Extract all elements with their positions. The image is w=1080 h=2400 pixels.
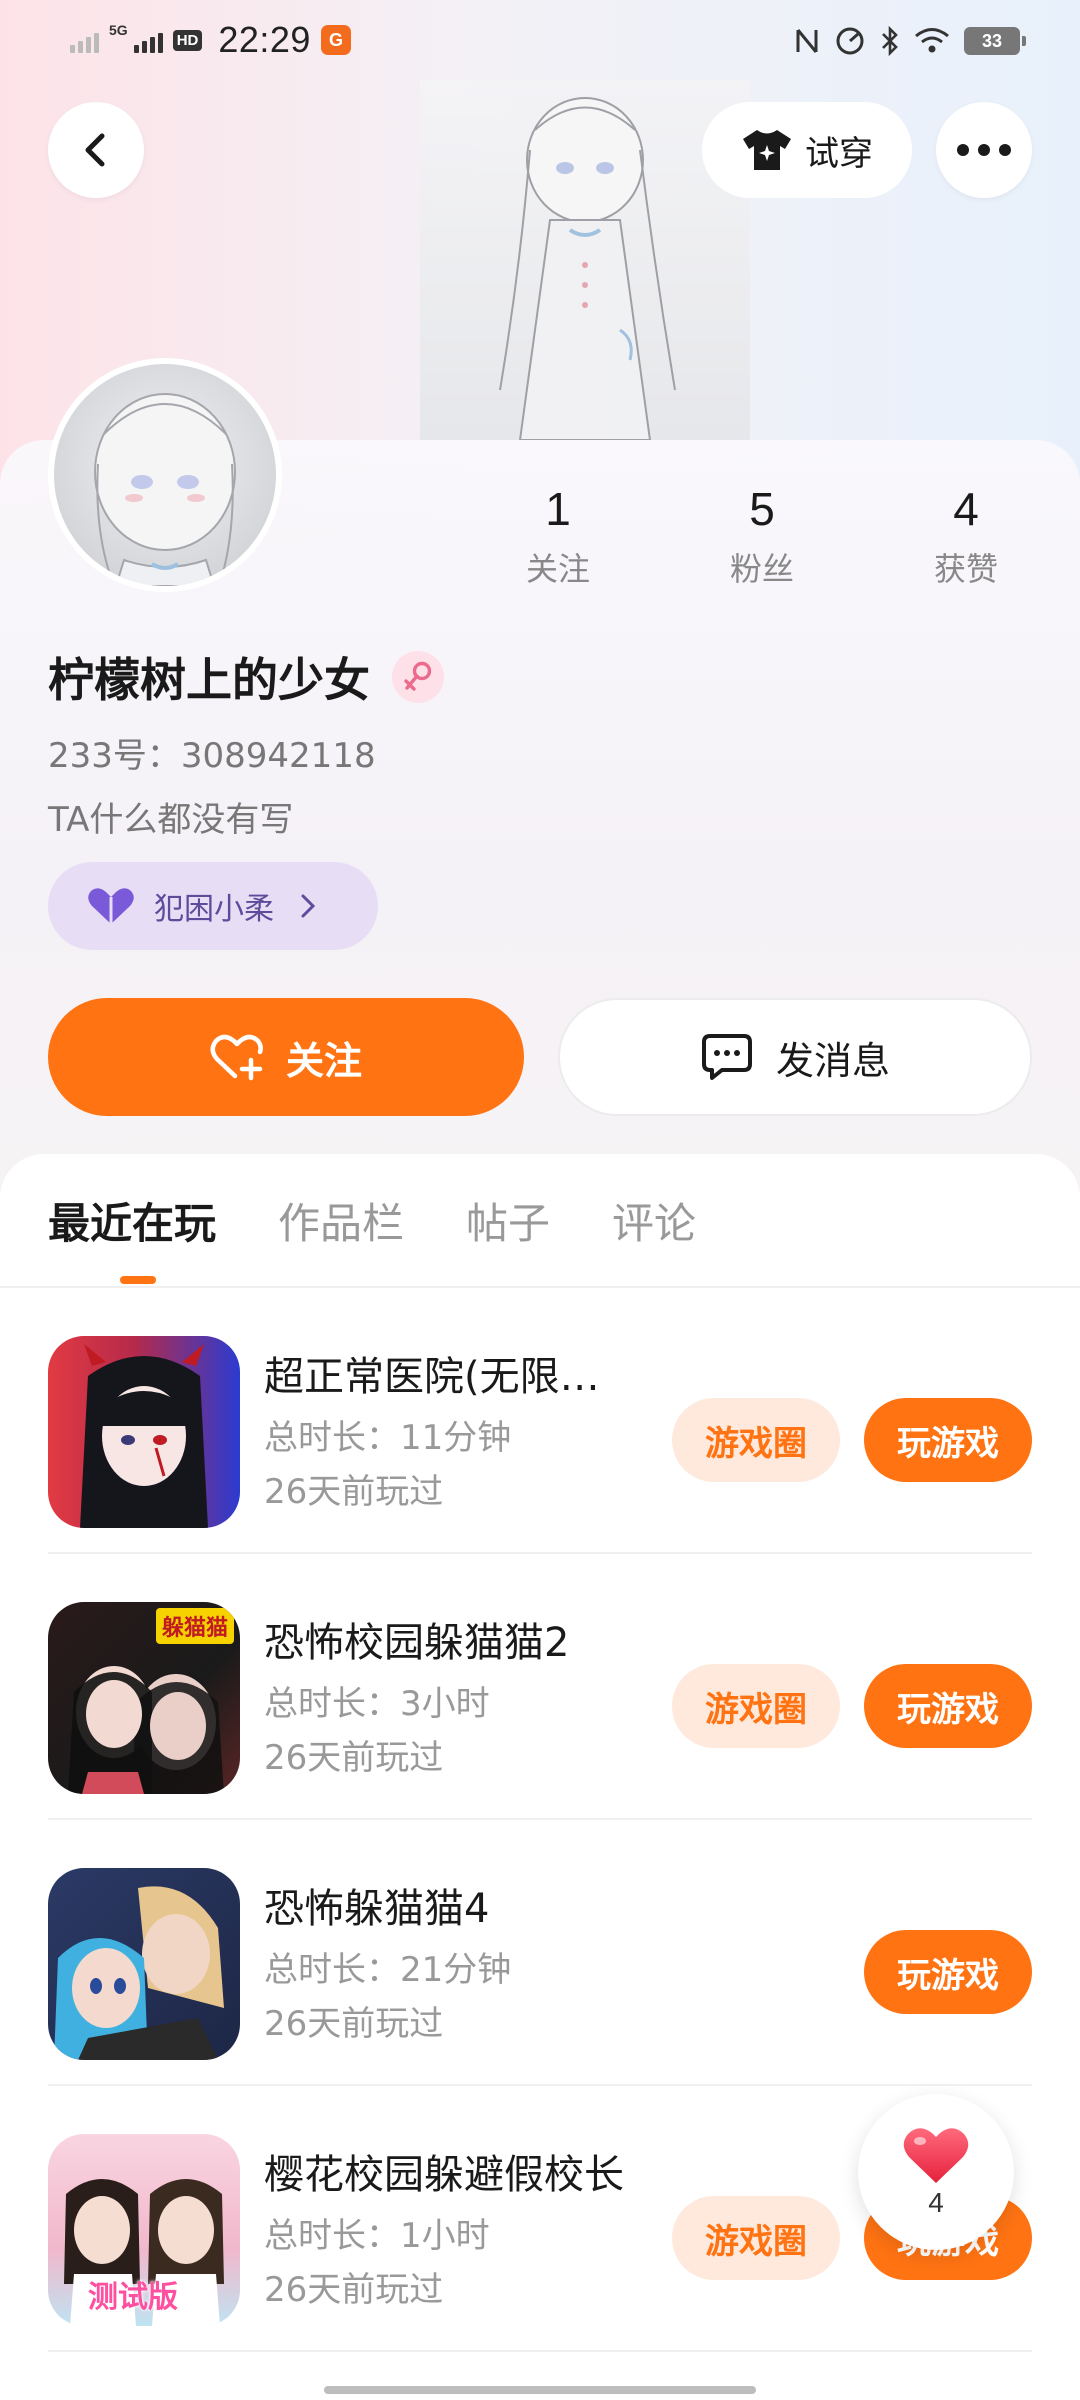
chevron-left-icon xyxy=(85,133,105,167)
profile-tag-label: 犯困小柔 xyxy=(154,892,274,927)
battery-icon: 33 xyxy=(964,27,1026,55)
tab-posts[interactable]: 帖子 xyxy=(466,1190,550,1250)
game-last-played: 26天前玩过 xyxy=(264,1472,444,1512)
profile-uid: 233号：308942118 xyxy=(48,736,376,776)
stat-likes[interactable]: 4 获赞 xyxy=(896,482,1036,590)
wifi-icon xyxy=(915,28,949,53)
speed-gauge-icon xyxy=(836,27,864,55)
try-on-label: 试穿 xyxy=(805,133,873,174)
signal-icon-sim2 xyxy=(133,27,163,53)
game-title: 超正常医院(无限… xyxy=(264,1354,600,1400)
tab-recently-played[interactable]: 最近在玩 xyxy=(48,1190,216,1250)
stat-likes-value: 4 xyxy=(953,483,979,535)
floating-like-button[interactable]: 4 xyxy=(858,2094,1014,2250)
game-icon-badge: 测试版 xyxy=(88,2280,178,2315)
game-list-item[interactable]: 恐怖躲猫猫4 总时长：21分钟 26天前玩过 玩游戏 xyxy=(0,1820,1080,2086)
status-bar: 5G HD 22:29 G 33 xyxy=(0,0,1080,80)
character-figure-illustration xyxy=(499,97,676,440)
game-icon: 测试版 xyxy=(48,2134,240,2326)
game-duration: 总时长：11分钟 xyxy=(264,1418,512,1458)
stat-likes-label: 获赞 xyxy=(933,550,998,588)
chevron-right-icon xyxy=(301,894,316,918)
stat-following-value: 1 xyxy=(545,483,571,535)
game-last-played: 26天前玩过 xyxy=(264,2270,444,2310)
follow-button[interactable]: 关注 xyxy=(48,998,524,1116)
status-time: 22:29 xyxy=(218,19,311,60)
profile-page: 5G HD 22:29 G 33 试穿 1 关注 5 粉丝 4 获赞 柠檬树上的… xyxy=(0,0,1080,2400)
game-list-item[interactable]: 超正常医院(无限… 总时长：11分钟 26天前玩过 游戏圈 玩游戏 xyxy=(0,1288,1080,1554)
hd-voice-icon: HD xyxy=(172,29,203,51)
female-symbol xyxy=(404,661,432,691)
game-circle-button[interactable]: 游戏圈 xyxy=(672,2196,840,2280)
profile-tabs: 最近在玩 作品栏 帖子 评论 xyxy=(48,1190,696,1250)
double-heart-icon xyxy=(88,888,134,924)
heart-plus-icon xyxy=(210,1034,263,1081)
profile-bio: TA什么都没有写 xyxy=(48,800,294,840)
avatar[interactable] xyxy=(48,358,282,592)
like-count: 4 xyxy=(928,2187,944,2218)
heart-icon xyxy=(903,2128,969,2183)
profile-name-row: 柠檬树上的少女 xyxy=(48,644,444,710)
stat-followers-value: 5 xyxy=(749,483,775,535)
play-game-button[interactable]: 玩游戏 xyxy=(864,1398,1032,1482)
try-on-button[interactable]: 试穿 xyxy=(702,102,912,198)
send-message-button[interactable]: 发消息 xyxy=(558,998,1032,1116)
tab-works[interactable]: 作品栏 xyxy=(278,1190,404,1250)
game-circle-button[interactable]: 游戏圈 xyxy=(672,1398,840,1482)
game-duration: 总时长：1小时 xyxy=(264,2216,490,2256)
avatar-showcase-image xyxy=(420,80,750,440)
game-list-item[interactable]: 躲猫猫 恐怖校园躲猫猫2 总时长：3小时 26天前玩过 游戏圈 玩游戏 xyxy=(0,1554,1080,1820)
game-duration: 总时长：21分钟 xyxy=(264,1950,512,1990)
game-circle-button[interactable]: 游戏圈 xyxy=(672,1664,840,1748)
female-gender-icon xyxy=(392,651,444,703)
game-title: 恐怖校园躲猫猫2 xyxy=(264,1620,570,1666)
game-icon-badge: 躲猫猫 xyxy=(155,1608,234,1644)
battery-level: 33 xyxy=(981,30,1003,51)
game-duration: 总时长：3小时 xyxy=(264,1684,490,1724)
list-divider xyxy=(48,2350,1032,2352)
game-icon: 躲猫猫 xyxy=(48,1602,240,1794)
stat-followers[interactable]: 5 粉丝 xyxy=(692,482,832,590)
tab-comments[interactable]: 评论 xyxy=(612,1190,696,1250)
game-last-played: 26天前玩过 xyxy=(264,1738,444,1778)
game-icon xyxy=(48,1336,240,1528)
app-notification-icon: G xyxy=(320,25,351,55)
play-game-button[interactable]: 玩游戏 xyxy=(864,1664,1032,1748)
profile-tag-pill[interactable]: 犯困小柔 xyxy=(48,862,378,950)
game-last-played: 26天前玩过 xyxy=(264,2004,444,2044)
profile-name: 柠檬树上的少女 xyxy=(48,653,370,707)
active-tab-indicator xyxy=(120,1276,156,1284)
more-options-button[interactable] xyxy=(936,102,1032,198)
stat-following[interactable]: 1 关注 xyxy=(488,482,628,590)
tshirt-icon xyxy=(743,130,791,170)
nfc-icon xyxy=(796,29,818,53)
game-title: 恐怖躲猫猫4 xyxy=(264,1886,490,1932)
game-cover-art xyxy=(80,1344,208,1528)
game-cover-art xyxy=(54,1886,224,2060)
game-icon xyxy=(48,1868,240,2060)
avatar-character-illustration xyxy=(94,393,236,586)
play-game-button[interactable]: 玩游戏 xyxy=(864,1930,1032,2014)
stat-following-label: 关注 xyxy=(525,550,590,588)
bluetooth-icon xyxy=(882,26,898,56)
network-type-label: 5G xyxy=(109,22,128,38)
chat-bubble-icon xyxy=(701,1034,752,1080)
game-title: 樱花校园躲避假校长 xyxy=(264,2152,624,2198)
back-button[interactable] xyxy=(48,102,144,198)
follow-label: 关注 xyxy=(285,1038,362,1083)
more-dots-icon xyxy=(957,144,1011,156)
home-indicator[interactable] xyxy=(324,2386,756,2394)
signal-icon-sim1 xyxy=(70,27,99,53)
send-message-label: 发消息 xyxy=(775,1038,890,1083)
stat-followers-label: 粉丝 xyxy=(729,550,794,588)
